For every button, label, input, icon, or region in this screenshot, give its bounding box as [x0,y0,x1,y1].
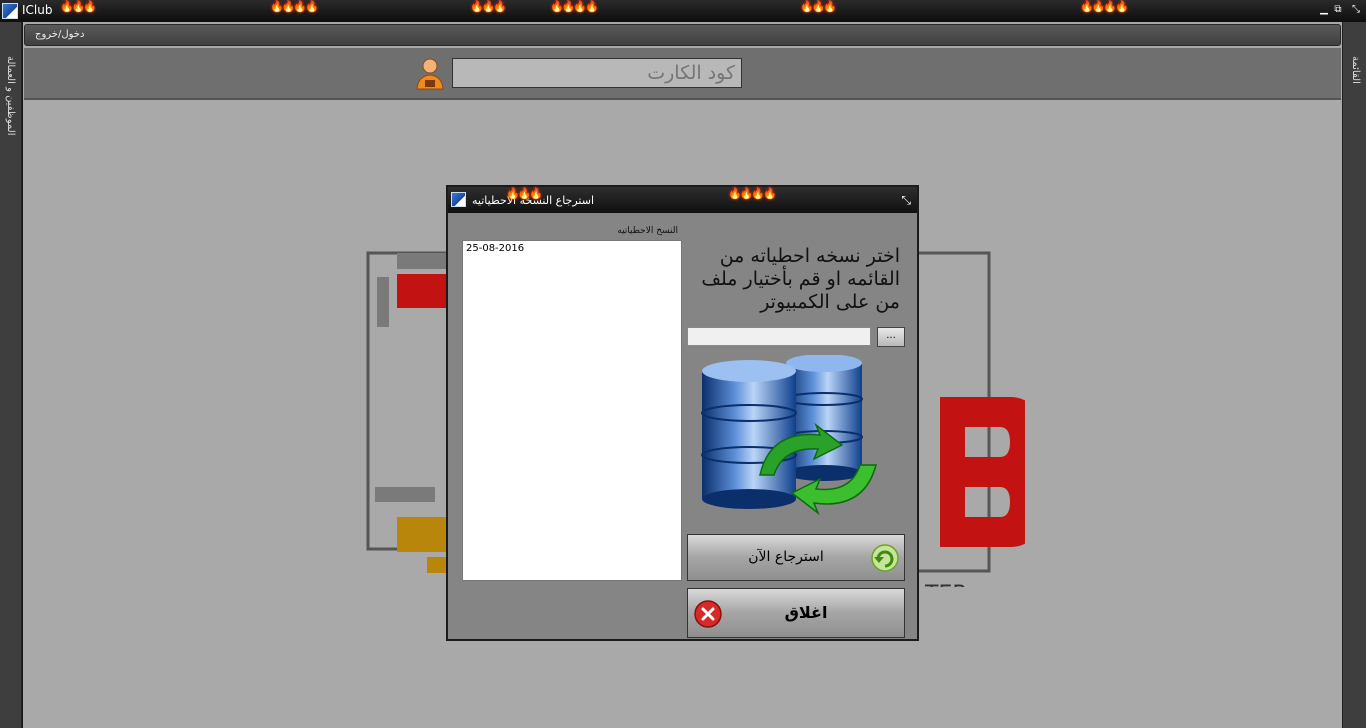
list-item[interactable]: 25-08-2016 [463,241,681,256]
flame-decoration: 🔥🔥🔥🔥 [728,187,777,200]
restore-button[interactable]: ⧉ [1332,4,1344,16]
dialog-expand-icon[interactable]: ⤡ [901,193,911,208]
refresh-icon [871,544,899,572]
app-titlebar: IClub 🔥🔥🔥 🔥🔥🔥🔥 🔥🔥🔥 🔥🔥🔥🔥 🔥🔥🔥 🔥🔥🔥🔥 ▁ ⧉ ⤡ [0,0,1366,22]
flame-decoration: 🔥🔥🔥 [506,187,543,200]
restore-backup-dialog: استرجاع النسخه الاحطياتيه 🔥🔥🔥 🔥🔥🔥🔥 ⤡ الن… [446,185,919,641]
menu-bar: دخول/خروج [24,24,1341,46]
restore-now-label: استرجاع الآن [748,549,824,565]
flame-decoration: 🔥🔥🔥 [800,0,837,13]
dialog-titlebar: استرجاع النسخه الاحطياتيه 🔥🔥🔥 🔥🔥🔥🔥 ⤡ [448,187,917,213]
left-side-panel[interactable]: الموظفين و العمالة [0,22,22,728]
login-logout-menu[interactable]: دخول/خروج [35,29,84,40]
dialog-app-icon [451,192,466,207]
right-side-panel[interactable]: القائمة [1342,22,1366,728]
user-icon [416,58,444,90]
flame-decoration: 🔥🔥🔥 [60,0,97,13]
logo-text: TER [924,582,968,587]
flame-decoration: 🔥🔥🔥🔥 [1080,0,1129,13]
menu-tab[interactable]: القائمة [1350,56,1361,84]
app-title: IClub [22,3,53,17]
backups-list[interactable]: 25-08-2016 [462,240,682,581]
flame-decoration: 🔥🔥🔥🔥 [270,0,319,13]
search-panel [24,48,1341,100]
instruction-text: اختر نسخه احطياته من القائمه او قم بأختي… [701,245,900,313]
close-button[interactable]: اغلاق [687,588,905,638]
browse-button[interactable]: ... [877,327,905,347]
expand-button[interactable]: ⤡ [1350,4,1362,16]
app-icon [2,3,18,19]
minimize-button[interactable]: ▁ [1318,4,1330,16]
database-restore-icon [701,355,877,515]
backups-label: النسخ الاحطياتيه [617,226,678,236]
employees-tab[interactable]: الموظفين و العمالة [5,56,16,136]
card-code-input[interactable] [452,58,742,88]
restore-now-button[interactable]: استرجاع الآن [687,534,905,581]
file-path-input[interactable] [687,327,871,346]
close-label: اغلاق [784,603,828,622]
flame-decoration: 🔥🔥🔥🔥 [550,0,599,13]
flame-decoration: 🔥🔥🔥 [470,0,507,13]
